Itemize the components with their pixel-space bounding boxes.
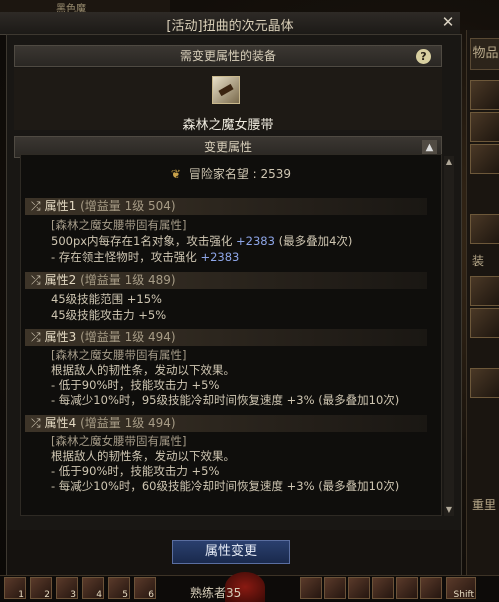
status-text: 熟练者35: [190, 586, 242, 600]
shuffle-icon: ⤮: [31, 273, 41, 287]
scrollbar[interactable]: ▲ ▼: [444, 156, 454, 516]
skill-slot[interactable]: 1: [4, 577, 26, 600]
attribute-line: 45级技能攻击力 +5%: [51, 308, 167, 322]
equip-slot[interactable]: [470, 308, 499, 338]
attribute-line: 根据敌人的韧性条，发动以下效果。: [51, 449, 235, 463]
equipment-name: 森林之魔女腰带: [182, 118, 274, 133]
fame-row: ❦ 冒险家名望 : 2539: [170, 167, 292, 181]
shuffle-icon: ⤮: [31, 330, 41, 344]
attribute-line: 500px内每存在1名对象，攻击强化 +2383 (最多叠加4次): [51, 234, 353, 248]
shuffle-icon: ⤮: [31, 199, 41, 213]
attribute-header-1[interactable]: ⤮ 属性1 (增益量 1级 504): [25, 198, 427, 215]
fame-value: 2539: [260, 167, 292, 181]
skill-slot[interactable]: [300, 577, 322, 599]
equipment-header-label: 需变更属性的装备: [179, 49, 276, 63]
fame-label: 冒险家名望: [188, 167, 249, 181]
equip-tab-label[interactable]: 装: [472, 252, 484, 269]
skill-slot[interactable]: 2: [30, 577, 52, 600]
skill-slot[interactable]: [324, 577, 346, 599]
inventory-slot[interactable]: [470, 112, 499, 142]
shuffle-icon: ⤮: [31, 416, 41, 430]
skill-slot[interactable]: [372, 577, 394, 599]
skill-slot[interactable]: 5: [108, 577, 130, 600]
skill-slot[interactable]: [420, 577, 442, 599]
fame-icon: ❦: [170, 167, 181, 181]
inventory-slot[interactable]: [470, 144, 499, 174]
skill-slot[interactable]: [396, 577, 418, 599]
inventory-slot[interactable]: [470, 214, 499, 244]
scroll-down-icon[interactable]: ▼: [444, 504, 454, 516]
window-title: [活动]扭曲的次元晶体: [166, 19, 294, 34]
attribute-list: ❦ 冒险家名望 : 2539 ⤮ 属性1 (增益量 1级 504) [森林之魔女腰…: [20, 154, 442, 516]
attribute-line: 根据敌人的韧性条，发动以下效果。: [51, 363, 235, 377]
skill-slot[interactable]: Shift: [446, 577, 476, 600]
weight-label: 重里: [472, 498, 497, 512]
scroll-up-icon[interactable]: ▲: [444, 156, 454, 168]
attribute-header-2[interactable]: ⤮ 属性2 (增益量 1级 489): [25, 272, 427, 289]
window-titlebar[interactable]: [活动]扭曲的次元晶体 ✕: [0, 12, 460, 35]
help-icon[interactable]: ?: [416, 49, 431, 64]
attribute-line: [森林之魔女腰带固有属性]: [51, 218, 187, 232]
attribute-line: - 每减少10%时，60级技能冷却时间恢复速度 +3% (最多叠加10次): [51, 479, 400, 493]
equipment-section-header: 需变更属性的装备 ?: [14, 45, 442, 67]
equipment-panel: 森林之魔女腰带: [14, 68, 442, 133]
attribute-line: - 每减少10%时，95级技能冷却时间恢复速度 +3% (最多叠加10次): [51, 393, 400, 407]
skill-slot[interactable]: [348, 577, 370, 599]
skill-slot[interactable]: 6: [134, 577, 156, 600]
attribute-line: - 存在领主怪物时，攻击强化 +2383: [51, 250, 240, 264]
change-attribute-button[interactable]: 属性变更: [172, 540, 290, 564]
change-attr-header-label: 变更属性: [203, 140, 252, 154]
attribute-line: - 低于90%时，技能攻击力 +5%: [51, 464, 220, 478]
attribute-line: 45级技能范围 +15%: [51, 292, 162, 306]
skill-slot[interactable]: 4: [82, 577, 104, 600]
inventory-tab[interactable]: 物品: [470, 38, 499, 70]
close-icon[interactable]: ✕: [440, 14, 456, 30]
attribute-line: [森林之魔女腰带固有属性]: [51, 434, 187, 448]
attribute-line: - 低于90%时，技能攻击力 +5%: [51, 378, 220, 392]
equip-slot[interactable]: [470, 276, 499, 306]
attribute-header-3[interactable]: ⤮ 属性3 (增益量 1级 494): [25, 329, 427, 346]
collapse-icon[interactable]: ▲: [422, 140, 437, 155]
inventory-slot[interactable]: [470, 80, 499, 110]
skill-slot[interactable]: 3: [56, 577, 78, 600]
belt-icon[interactable]: [212, 76, 240, 104]
attribute-header-4[interactable]: ⤮ 属性4 (增益量 1级 494): [25, 415, 427, 432]
attribute-line: [森林之魔女腰带固有属性]: [51, 348, 187, 362]
equip-slot[interactable]: [470, 368, 499, 398]
